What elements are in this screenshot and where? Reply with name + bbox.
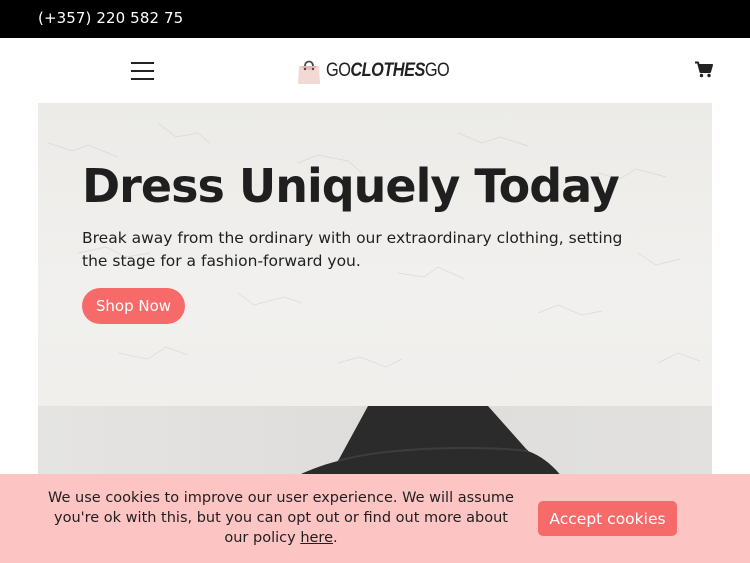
cookie-banner: We use cookies to improve our user exper… <box>0 474 750 563</box>
hero-title: Dress Uniquely Today <box>82 159 620 213</box>
logo-wordmark: GOCLOTHESGO <box>326 60 450 82</box>
cookie-message: We use cookies to improve our user exper… <box>40 488 522 548</box>
accept-cookies-button[interactable]: Accept cookies <box>538 501 677 536</box>
shopping-bag-logo-icon <box>298 60 320 84</box>
phone-number[interactable]: (+357) 220 582 75 <box>38 9 183 27</box>
logo-part-3: GO <box>424 60 450 81</box>
cookie-policy-link[interactable]: here <box>300 530 333 546</box>
hero-subtitle: Break away from the ordinary with our ex… <box>82 229 623 270</box>
logo-part-1: GO <box>326 60 351 81</box>
shop-now-button[interactable]: Shop Now <box>82 288 185 324</box>
cookie-message-trailing: . <box>333 530 338 546</box>
site-logo[interactable]: GOCLOTHESGO <box>297 57 469 85</box>
top-bar: (+357) 220 582 75 <box>0 0 750 38</box>
logo-part-2: CLOTHES <box>350 60 425 81</box>
cookie-message-text: We use cookies to improve our user exper… <box>48 490 514 546</box>
main-header: GOCLOTHESGO <box>0 38 750 103</box>
shopping-cart-icon[interactable] <box>695 61 713 78</box>
hamburger-menu-icon[interactable] <box>131 62 154 80</box>
